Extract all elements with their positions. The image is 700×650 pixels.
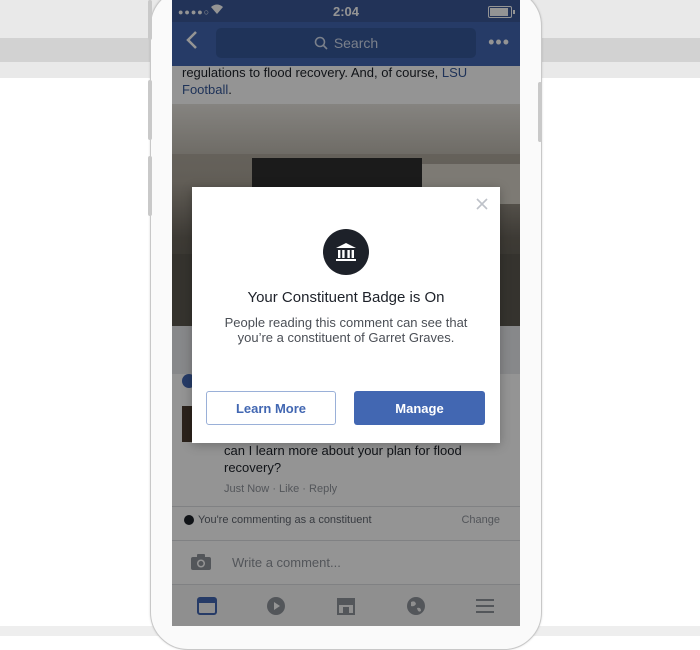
phone-side-button — [148, 0, 152, 40]
phone-volume-button — [148, 80, 152, 140]
constituent-badge-dialog: Your Constituent Badge is On People read… — [192, 187, 500, 443]
learn-more-button[interactable]: Learn More — [206, 391, 336, 425]
close-icon[interactable] — [476, 197, 488, 215]
phone-power-button — [538, 82, 542, 142]
dialog-body: People reading this comment can see that… — [224, 315, 468, 345]
phone-volume-button — [148, 156, 152, 216]
manage-button[interactable]: Manage — [354, 391, 485, 425]
government-building-icon — [323, 229, 369, 275]
dialog-title: Your Constituent Badge is On — [247, 289, 445, 306]
